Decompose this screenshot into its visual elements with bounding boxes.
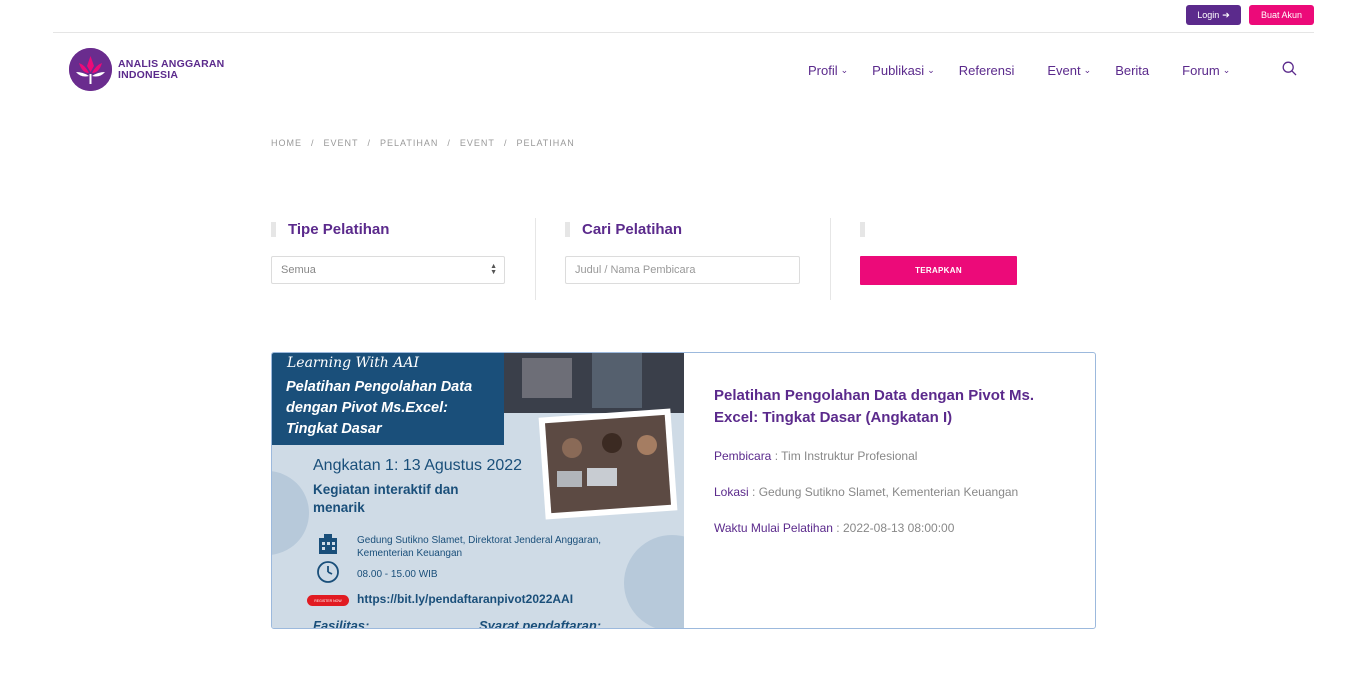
search-icon[interactable] [1282, 61, 1297, 76]
nav-label: Profil [808, 62, 838, 78]
clock-icon [316, 560, 340, 584]
filter-divider [535, 218, 536, 300]
heading-accent-bar [860, 222, 865, 237]
poster-syarat: Syarat pendaftaran: [479, 618, 602, 629]
search-input[interactable]: Judul / Nama Pembicara [565, 256, 800, 284]
poster-location: Gedung Sutikno Slamet, Direktorat Jender… [357, 534, 601, 560]
breadcrumb-separator: / [367, 138, 372, 148]
login-button[interactable]: Login ➔ [1186, 5, 1241, 25]
apply-button[interactable]: TERAPKAN [860, 256, 1017, 285]
poster-headline: Pelatihan Pengolahan Data dengan Pivot M… [286, 377, 472, 440]
logo-wordmark: ANALIS ANGGARAN INDONESIA [118, 57, 225, 81]
apply-button-label: TERAPKAN [915, 266, 962, 275]
type-select-value: Semua [281, 264, 316, 276]
poster-learning-text: Learning With AAI [287, 355, 420, 371]
event-speaker: Pembicara : Tim Instruktur Profesional [714, 449, 918, 463]
building-icon [316, 532, 340, 556]
filter-search-title: Cari Pelatihan [582, 221, 683, 238]
event-card[interactable]: Learning With AAI Pelatihan Pengolahan D… [271, 352, 1096, 629]
search-input-placeholder: Judul / Nama Pembicara [575, 264, 696, 276]
filter-search-heading: Cari Pelatihan [565, 218, 800, 241]
poster-kegiatan-line: menarik [313, 500, 365, 515]
filter-type-title: Tipe Pelatihan [288, 221, 390, 238]
breadcrumb-event-2[interactable]: EVENT [460, 138, 495, 148]
filter-apply-heading [860, 218, 1020, 241]
poster-register-label: REGISTER NOW [314, 598, 342, 603]
breadcrumb-separator: / [447, 138, 451, 148]
nav-label: Referensi [958, 62, 1015, 78]
site-logo[interactable]: ANALIS ANGGARAN INDONESIA [69, 48, 224, 91]
poster-register-button: REGISTER NOW [307, 595, 349, 606]
poster-time: 08.00 - 15.00 WIB [357, 569, 438, 580]
filter-search: Cari Pelatihan Judul / Nama Pembicara [565, 218, 800, 300]
heading-accent-bar [565, 222, 570, 237]
event-poster-image[interactable]: Learning With AAI Pelatihan Pengolahan D… [272, 353, 684, 629]
chevron-down-icon: ⌄ [1083, 64, 1092, 75]
chevron-down-icon: ⌄ [1222, 64, 1231, 75]
event-location: Lokasi : Gedung Sutikno Slamet, Kementer… [714, 485, 1019, 499]
lotus-logo-icon [69, 48, 112, 91]
poster-location-line: Kementerian Keuangan [357, 548, 463, 559]
event-title[interactable]: Pelatihan Pengolahan Data dengan Pivot M… [714, 385, 1064, 429]
nav-item-event[interactable]: Event ⌄ [1047, 63, 1091, 78]
poster-angkatan: Angkatan 1: 13 Agustus 2022 [313, 457, 523, 474]
breadcrumb-home[interactable]: HOME [271, 138, 302, 148]
nav-label: Event [1047, 62, 1081, 78]
heading-accent-bar [271, 222, 276, 237]
logo-line-2: INDONESIA [118, 68, 179, 81]
poster-location-line: Gedung Sutikno Slamet, Direktorat Jender… [357, 535, 602, 546]
poster-url: https://bit.ly/pendaftaranpivot2022AAI [357, 592, 574, 606]
event-card-body: Pelatihan Pengolahan Data dengan Pivot M… [714, 385, 1064, 539]
breadcrumb-separator: / [311, 138, 315, 148]
nav-item-profil[interactable]: Profil ⌄ [808, 63, 848, 78]
poster-headline-line: Tingkat Dasar [286, 421, 382, 437]
event-location-label: Lokasi [714, 485, 749, 499]
breadcrumb: HOME / EVENT / PELATIHAN / EVENT / PELAT… [271, 138, 575, 148]
top-bar: Login ➔ Buat Akun [0, 0, 1366, 33]
nav-label: Berita [1115, 62, 1150, 78]
poster-kegiatan-line: Kegiatan interaktif dan [313, 482, 459, 497]
nav-label: Publikasi [872, 62, 925, 78]
type-select[interactable]: Semua ▲ ▼ [271, 256, 505, 284]
poster-fasilitas: Fasilitas: [313, 618, 370, 629]
nav-item-forum[interactable]: Forum ⌄ [1182, 63, 1230, 78]
filter-type: Tipe Pelatihan Semua ▲ ▼ [271, 218, 505, 300]
poster-headline-line: dengan Pivot Ms.Excel: [286, 400, 448, 416]
event-start-label: Waktu Mulai Pelatihan [714, 521, 833, 535]
poster-headline-line: Pelatihan Pengolahan Data [286, 379, 473, 395]
main-nav: Profil ⌄ Publikasi ⌄ Referensi Event ⌄ B… [808, 60, 1230, 80]
select-arrows-icon: ▲ ▼ [490, 263, 497, 276]
event-start-time: Waktu Mulai Pelatihan : 2022-08-13 08:00… [714, 521, 955, 535]
header-divider [53, 32, 1314, 33]
logo-line-1: ANALIS ANGGARAN [118, 57, 225, 70]
nav-item-berita[interactable]: Berita [1115, 63, 1149, 78]
nav-label: Forum [1182, 62, 1220, 78]
chevron-down-icon: ⌄ [927, 64, 935, 75]
signup-button-label: Buat Akun [1260, 10, 1303, 20]
event-speaker-label: Pembicara [714, 449, 772, 463]
chevron-down-icon: ⌄ [840, 64, 849, 75]
breadcrumb-pelatihan[interactable]: PELATIHAN [380, 138, 438, 148]
event-location-value: Gedung Sutikno Slamet, Kementerian Keuan… [758, 485, 1019, 499]
event-start-value: 2022-08-13 08:00:00 [842, 521, 955, 535]
sign-in-icon: ➔ [1222, 9, 1230, 20]
signup-button[interactable]: Buat Akun [1249, 5, 1314, 25]
poster-kegiatan: Kegiatan interaktif dan menarik [313, 481, 459, 517]
nav-item-publikasi[interactable]: Publikasi ⌄ [872, 63, 935, 78]
breadcrumb-separator: / [503, 138, 508, 148]
event-speaker-value: Tim Instruktur Profesional [781, 449, 918, 463]
filter-type-heading: Tipe Pelatihan [271, 218, 505, 241]
nav-item-referensi[interactable]: Referensi [959, 63, 1015, 78]
filter-divider [830, 218, 831, 300]
breadcrumb-current: PELATIHAN [516, 138, 575, 148]
breadcrumb-event[interactable]: EVENT [324, 138, 359, 148]
login-button-label: Login [1197, 10, 1220, 20]
